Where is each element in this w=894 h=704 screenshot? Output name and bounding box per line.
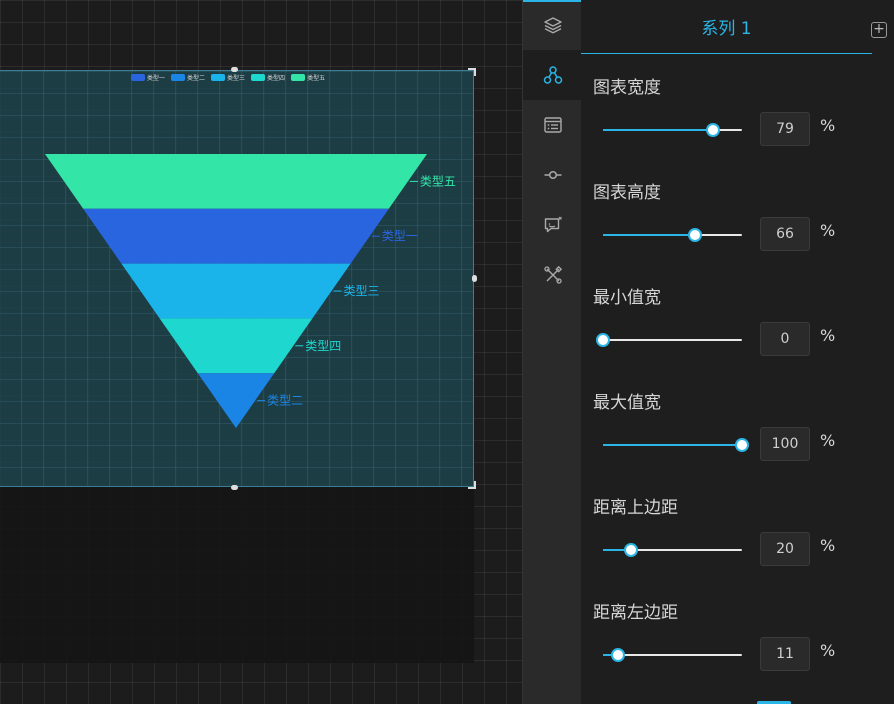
- list-icon: [543, 117, 562, 133]
- prop-chart-width: 图表宽度 79 %: [581, 73, 894, 178]
- funnel-segment[interactable]: [83, 208, 389, 264]
- editor-canvas[interactable]: 类型一 类型二 类型三 类型四 类型五 类型五 类型一 类型三 类型四 类型二: [0, 0, 522, 704]
- slider-thumb[interactable]: [611, 648, 626, 662]
- chart-width-slider[interactable]: [603, 120, 742, 140]
- canvas-shadow-area: [0, 487, 474, 663]
- prop-top-margin: 距离上边距 20 %: [581, 493, 894, 598]
- funnel-label: 类型四: [305, 339, 341, 353]
- side-icon-rail: [522, 0, 614, 704]
- slider-thumb[interactable]: [623, 543, 638, 557]
- resize-handle-bottom-right[interactable]: [468, 481, 476, 489]
- prop-label: 最小值宽: [593, 288, 661, 308]
- max-width-input[interactable]: 100: [760, 427, 810, 461]
- funnel-label: 类型三: [344, 284, 380, 298]
- rail-item-tools[interactable]: [523, 250, 582, 300]
- property-panel: 系列 1 + 图表宽度 79 % 图表高度 66 % 最小值宽 0 % 最大值宽…: [581, 0, 894, 704]
- comment-icon: [544, 216, 562, 233]
- min-width-input[interactable]: 0: [760, 322, 810, 356]
- resize-handle-bottom[interactable]: [231, 485, 238, 490]
- slider-track: [603, 339, 742, 341]
- funnel-segment[interactable]: [45, 154, 427, 209]
- slider-thumb[interactable]: [687, 228, 702, 242]
- rail-item-interaction[interactable]: [523, 150, 582, 200]
- funnel-segment[interactable]: [121, 263, 351, 319]
- unit-label: %: [820, 536, 836, 555]
- prop-label: 最大值宽: [593, 393, 661, 413]
- funnel-label: 类型一: [382, 229, 418, 243]
- unit-label: %: [820, 641, 836, 660]
- prop-max-width: 最大值宽 100 %: [581, 388, 894, 493]
- prop-min-width: 最小值宽 0 %: [581, 283, 894, 388]
- rail-item-tooltip[interactable]: [523, 200, 582, 250]
- top-margin-input[interactable]: 20: [760, 532, 810, 566]
- funnel-plot: 类型五类型一类型三类型四类型二: [45, 154, 456, 428]
- slider-thumb[interactable]: [705, 123, 720, 137]
- unit-label: %: [820, 326, 836, 345]
- slider-thumb[interactable]: [735, 438, 749, 452]
- chart-height-input[interactable]: 66: [760, 217, 810, 251]
- left-margin-slider[interactable]: [603, 645, 742, 665]
- unit-label: %: [820, 116, 836, 135]
- slider-fill: [603, 444, 742, 446]
- prop-chart-height: 图表高度 66 %: [581, 178, 894, 283]
- chart-height-slider[interactable]: [603, 225, 742, 245]
- min-width-slider[interactable]: [596, 330, 742, 350]
- prop-left-margin: 距离左边距 11 %: [581, 598, 894, 703]
- funnel-label: 类型五: [420, 174, 456, 188]
- tab-series-1[interactable]: 系列 1: [581, 0, 872, 54]
- rail-item-data[interactable]: [523, 100, 582, 150]
- funnel-label: 类型二: [267, 394, 303, 408]
- funnel-chart-widget[interactable]: 类型一 类型二 类型三 类型四 类型五 类型五 类型一 类型三 类型四 类型二: [0, 67, 477, 490]
- unit-label: %: [820, 221, 836, 240]
- prop-label: 距离左边距: [593, 603, 678, 623]
- app-root: 类型一 类型二 类型三 类型四 类型五 类型五 类型一 类型三 类型四 类型二 …: [0, 0, 894, 704]
- prop-label: 图表高度: [593, 183, 661, 203]
- funnel-segment[interactable]: [159, 318, 313, 374]
- left-margin-input[interactable]: 11: [760, 637, 810, 671]
- chart-width-input[interactable]: 79: [760, 112, 810, 146]
- max-width-slider[interactable]: [603, 435, 749, 455]
- slider-fill: [603, 234, 695, 236]
- layers-icon: [543, 17, 562, 34]
- top-margin-slider[interactable]: [603, 540, 742, 560]
- tab-label: 系列 1: [701, 19, 752, 39]
- unit-label: %: [820, 431, 836, 450]
- slider-fill: [603, 129, 713, 131]
- prop-label: 图表宽度: [593, 78, 661, 98]
- resize-handle-top-right[interactable]: [468, 68, 476, 76]
- tools-icon: [543, 265, 562, 284]
- resize-handle-top[interactable]: [231, 67, 238, 72]
- add-series-button[interactable]: +: [871, 22, 887, 38]
- rail-item-layers[interactable]: [523, 0, 582, 50]
- commit-icon: [544, 170, 561, 180]
- rail-item-series[interactable]: [523, 50, 582, 100]
- prop-label: 距离上边距: [593, 498, 678, 518]
- resize-handle-right[interactable]: [472, 275, 477, 282]
- nodes-icon: [543, 66, 562, 84]
- slider-thumb[interactable]: [596, 333, 610, 347]
